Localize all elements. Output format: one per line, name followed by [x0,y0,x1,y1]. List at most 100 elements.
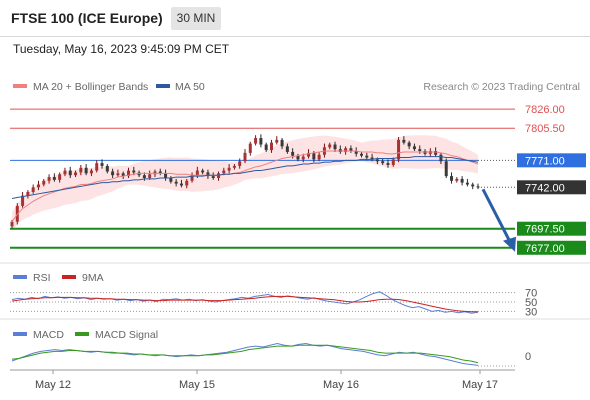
candle-body [164,173,168,178]
rsi-level-label: 30 [525,306,537,318]
ma9-legend-swatch [62,275,76,279]
candle-body [275,139,279,143]
credit-text: Research © 2023 Trading Central [423,81,580,93]
candle-body [222,170,226,174]
x-tick-label: May 17 [462,379,498,391]
candle-body [317,154,321,160]
candle-body [169,178,173,182]
candle-body [31,187,35,192]
candle-body [63,170,67,175]
projection-arrow [481,188,512,243]
candle-body [285,146,289,152]
candle-body [476,186,480,188]
candle-body [105,165,109,172]
candle-body [179,183,183,186]
candle-body [391,159,395,165]
candle-body [79,167,83,173]
candle-body [10,221,14,227]
candle-body [111,171,115,176]
macd-legend-label: MACD [33,329,64,341]
candle-body [227,167,231,171]
x-tick-label: May 12 [35,379,71,391]
candle-body [243,152,247,162]
candle-body [195,170,199,176]
candle-body [36,184,40,188]
candle-body [52,177,56,180]
macd-panel: 0 [11,342,531,367]
macd-zero-label: 0 [525,351,531,363]
candle-body [259,138,263,145]
candle-body [132,170,136,173]
candle-body [238,161,242,166]
ma50-legend-swatch [156,84,170,88]
candle-body [402,139,406,143]
candle-body [328,144,332,148]
candle-body [450,176,454,181]
candle-body [333,144,337,150]
level-label: 7826.00 [525,104,565,116]
candle-body [142,175,146,178]
candle-body [89,170,93,174]
level-label: 7697.50 [525,224,565,236]
level-label: 7771.00 [525,155,565,167]
price-panel: 7826.00 7805.50 7771.00 7742.00 7697.50 7677.… [10,102,586,255]
candle-body [460,178,464,183]
candle-body [232,165,236,168]
candle-body [211,176,215,178]
candle-body [95,163,99,171]
chart-svg: MA 20 + Bollinger Bands MA 50 Research ©… [0,81,590,391]
candle-body [148,174,152,178]
level-label: 7742.00 [525,182,565,194]
candle-body [68,170,72,176]
candle-body [201,170,205,173]
signal-legend-swatch [75,332,89,336]
x-tick-label: May 16 [323,379,359,391]
candle-body [174,181,178,184]
macd-line [11,342,479,366]
candle-body [84,167,88,174]
candle-body [386,163,390,165]
candle-body [264,144,268,151]
candle-body [254,138,258,144]
level-label: 7677.00 [525,243,565,255]
candle-body [412,146,416,150]
projection-arrowhead [503,236,516,252]
candle-body [185,180,189,186]
candle-body [301,156,305,160]
candle-body [269,142,273,151]
candle-body [280,139,284,147]
ma50-legend-label: MA 50 [175,81,205,93]
rsi-legend-swatch [13,275,27,279]
rsi-panel: 705030 [10,288,537,318]
candle-body [58,174,62,180]
candle-body [100,163,104,166]
candle-body [418,149,422,152]
candle-body [291,151,295,156]
signal-legend-label: MACD Signal [95,329,158,341]
candle-body [47,177,51,181]
macd-legend-swatch [13,332,27,336]
candle-body [74,172,78,176]
rsi-legend-label: RSI [33,272,51,284]
candle-body [381,161,385,164]
x-axis: May 12 May 15 May 16 May 17 [35,370,498,391]
candle-body [407,142,411,147]
rsi-ma-line [11,295,478,313]
level-label: 7805.50 [525,123,565,135]
x-tick-label: May 15 [179,379,215,391]
candle-body [465,182,469,185]
ma20-legend-label: MA 20 + Bollinger Bands [33,81,148,93]
candle-body [375,159,379,162]
candle-body [248,143,252,153]
candle-body [455,178,459,181]
candle-body [116,173,120,176]
candle-body [312,152,316,160]
candle-body [360,153,363,156]
ma9-legend-label: 9MA [82,272,104,284]
candle-body [365,155,369,158]
candle-body [42,180,46,185]
candle-body [444,161,448,177]
candle-body [439,154,443,162]
candle-body [397,139,401,160]
candle-body [471,184,475,187]
